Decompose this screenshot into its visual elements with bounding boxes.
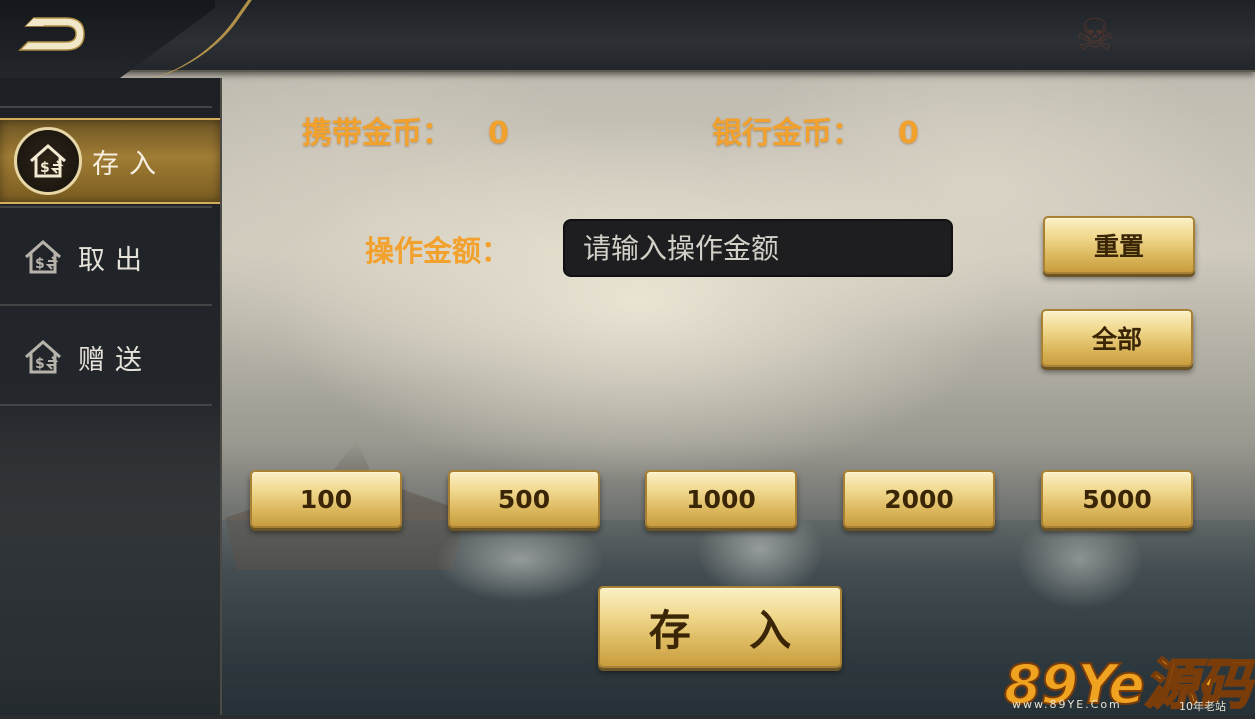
sidebar-divider: [0, 404, 212, 406]
preset-100-button[interactable]: 100: [250, 470, 402, 528]
svg-text:$: $: [40, 160, 50, 176]
svg-text:$: $: [35, 356, 45, 372]
carry-coins-label: 携带金币：: [302, 116, 452, 151]
house-coin-icon: $: [14, 127, 82, 195]
house-coin-icon: $: [20, 237, 66, 277]
sidebar-divider: [0, 304, 212, 306]
back-arrow-icon: [18, 17, 85, 51]
watermark: 89Ye源码 www.89YE.Com 10年老站: [1003, 640, 1254, 717]
svg-text:$: $: [35, 256, 45, 272]
sidebar: $ 存入 $ 取出 $ 赠送: [0, 78, 222, 715]
preset-2000-button[interactable]: 2000: [843, 470, 995, 528]
sidebar-item-label: 取出: [78, 244, 152, 276]
deposit-submit-button[interactable]: 存 入: [598, 586, 842, 668]
sidebar-item-label: 赠送: [78, 344, 152, 376]
bank-coins-label: 银行金币：: [712, 116, 862, 151]
sidebar-item-withdraw[interactable]: $ 取出: [0, 216, 220, 298]
sidebar-divider: [0, 106, 212, 108]
carry-coins-value: 0: [488, 116, 509, 151]
sidebar-item-deposit[interactable]: $ 存入: [0, 118, 220, 204]
amount-label: 操作金额：: [365, 234, 511, 268]
carry-coins: 携带金币： 0: [302, 108, 509, 152]
back-button[interactable]: [14, 10, 90, 58]
bank-coins: 银行金币： 0: [712, 108, 919, 152]
sidebar-divider: [0, 206, 212, 208]
skull-crossbones-icon: ☠: [1075, 10, 1115, 61]
all-button[interactable]: 全部: [1041, 309, 1193, 367]
preset-500-button[interactable]: 500: [448, 470, 600, 528]
reset-button[interactable]: 重置: [1043, 216, 1195, 274]
watermark-url: www.89YE.Com: [1012, 698, 1122, 711]
preset-1000-button[interactable]: 1000: [645, 470, 797, 528]
house-coin-icon: $: [20, 337, 66, 377]
watermark-tag: 10年老站: [1179, 700, 1226, 713]
preset-5000-button[interactable]: 5000: [1041, 470, 1193, 528]
sidebar-item-label: 存入: [92, 148, 166, 180]
bank-coins-value: 0: [898, 116, 919, 151]
sidebar-item-gift[interactable]: $ 赠送: [0, 316, 220, 398]
amount-input[interactable]: [563, 219, 953, 277]
